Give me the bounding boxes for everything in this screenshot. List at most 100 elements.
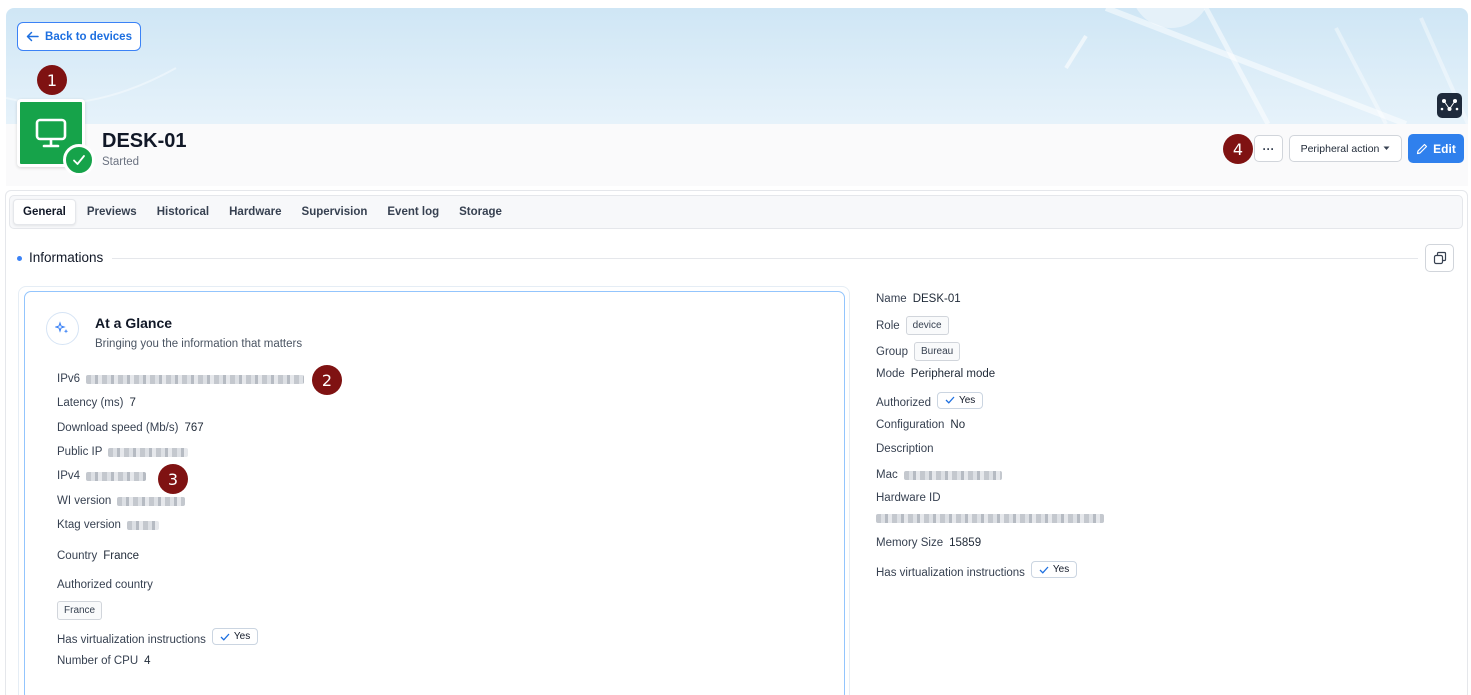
details-virtualization-label: Has virtualization instructions bbox=[876, 567, 1025, 579]
download-row: Download speed (Mb/s) 767 bbox=[57, 422, 204, 434]
authorized-country-row: Authorized country bbox=[57, 579, 153, 591]
authorized-country-label: Authorized country bbox=[57, 579, 153, 591]
app-logo-icon bbox=[1437, 93, 1462, 118]
hardware-id-label: Hardware ID bbox=[876, 492, 941, 504]
peripheral-action-dropdown[interactable]: Peripheral action bbox=[1289, 135, 1402, 162]
hardware-id-row: Hardware ID bbox=[876, 492, 941, 504]
wi-version-row: WI version bbox=[57, 495, 186, 507]
wi-version-label: WI version bbox=[57, 495, 112, 507]
ktag-version-label: Ktag version bbox=[57, 519, 121, 531]
glance-virtualization-row: Has virtualization instructions Yes bbox=[57, 627, 259, 646]
sparkles-icon bbox=[46, 312, 79, 345]
ellipsis-icon: ··· bbox=[1262, 141, 1275, 156]
mac-label: Mac bbox=[876, 469, 898, 481]
tab-historical[interactable]: Historical bbox=[148, 200, 218, 224]
ktag-version-row: Ktag version bbox=[57, 519, 159, 531]
edit-button[interactable]: Edit bbox=[1408, 134, 1464, 163]
annotation-marker-3: 3 bbox=[158, 464, 188, 494]
name-value: DESK-01 bbox=[912, 293, 961, 305]
glance-virtualization-value: Yes bbox=[233, 631, 251, 642]
tab-hardware[interactable]: Hardware bbox=[220, 200, 290, 224]
annotation-marker-1: 1 bbox=[37, 65, 67, 95]
check-icon bbox=[1039, 566, 1049, 574]
section-divider bbox=[112, 258, 1418, 259]
header-banner bbox=[6, 8, 1468, 124]
role-tag: device bbox=[905, 316, 949, 335]
authorized-row: Authorized Yes bbox=[876, 391, 984, 409]
country-row: Country France bbox=[57, 550, 139, 562]
cpu-row: Number of CPU 4 bbox=[57, 655, 151, 667]
banner-illustration bbox=[6, 8, 1468, 124]
tab-previews[interactable]: Previews bbox=[78, 200, 146, 224]
mode-row: Mode Peripheral mode bbox=[876, 368, 995, 380]
authorized-country-tag: France bbox=[57, 601, 103, 620]
memory-value: 15859 bbox=[949, 537, 982, 549]
mac-row: Mac bbox=[876, 469, 1002, 481]
hardware-id-value-redacted bbox=[876, 514, 1104, 523]
latency-row: Latency (ms) 7 bbox=[57, 397, 136, 409]
download-value: 767 bbox=[184, 422, 204, 434]
authorized-label: Authorized bbox=[876, 397, 931, 409]
section-title: Informations bbox=[29, 250, 104, 265]
ipv4-value-redacted bbox=[86, 471, 147, 481]
memory-row: Memory Size 15859 bbox=[876, 537, 981, 549]
configuration-label: Configuration bbox=[876, 419, 945, 431]
glance-virtualization-badge: Yes bbox=[211, 628, 259, 645]
description-label: Description bbox=[876, 443, 934, 455]
back-to-devices-button[interactable]: Back to devices bbox=[17, 22, 141, 51]
description-row: Description bbox=[876, 443, 934, 455]
tab-supervision[interactable]: Supervision bbox=[293, 200, 377, 224]
mac-value-redacted bbox=[903, 470, 1002, 480]
authorized-value: Yes bbox=[958, 394, 976, 406]
download-label: Download speed (Mb/s) bbox=[57, 422, 179, 434]
country-value: France bbox=[103, 550, 140, 562]
glance-subtitle: Bringing you the information that matter… bbox=[95, 338, 303, 350]
status-check-badge bbox=[63, 144, 95, 176]
memory-label: Memory Size bbox=[876, 537, 944, 549]
caret-down-icon bbox=[1383, 146, 1390, 150]
device-name: DESK-01 bbox=[102, 130, 187, 152]
copy-icon bbox=[1433, 251, 1446, 265]
tab-bar: General Previews Historical Hardware Sup… bbox=[9, 195, 1463, 229]
latency-value: 7 bbox=[129, 397, 136, 409]
country-label: Country bbox=[57, 550, 98, 562]
cpu-value: 4 bbox=[144, 655, 151, 667]
configuration-value: No bbox=[950, 419, 966, 431]
check-icon bbox=[73, 155, 85, 165]
group-tag: Bureau bbox=[913, 342, 961, 361]
ktag-version-value-redacted bbox=[126, 520, 159, 530]
authorized-country-tags: France bbox=[57, 601, 103, 620]
tab-storage[interactable]: Storage bbox=[450, 200, 511, 224]
details-virtualization-row: Has virtualization instructions Yes bbox=[876, 560, 1078, 579]
device-status: Started bbox=[102, 156, 140, 168]
peripheral-action-label: Peripheral action bbox=[1300, 142, 1380, 155]
check-icon bbox=[220, 633, 230, 641]
ipv6-row: IPv6 bbox=[57, 373, 305, 385]
cpu-label: Number of CPU bbox=[57, 655, 139, 667]
edit-label: Edit bbox=[1433, 141, 1456, 156]
details-virtualization-value: Yes bbox=[1052, 564, 1070, 575]
more-actions-button[interactable]: ··· bbox=[1254, 135, 1283, 162]
arrow-left-icon bbox=[26, 31, 39, 42]
pencil-icon bbox=[1417, 143, 1428, 154]
ipv4-label: IPv4 bbox=[57, 470, 81, 482]
tab-event-log[interactable]: Event log bbox=[378, 200, 448, 224]
group-label: Group bbox=[876, 345, 908, 358]
latency-label: Latency (ms) bbox=[57, 397, 124, 409]
role-label: Role bbox=[876, 319, 900, 332]
public-ip-label: Public IP bbox=[57, 446, 103, 458]
name-row: Name DESK-01 bbox=[876, 293, 961, 305]
glance-title: At a Glance bbox=[95, 315, 173, 331]
group-row: Group Bureau bbox=[876, 342, 961, 361]
ipv6-label: IPv6 bbox=[57, 373, 81, 385]
authorized-badge: Yes bbox=[936, 391, 984, 409]
mode-label: Mode bbox=[876, 368, 905, 380]
role-row: Role device bbox=[876, 316, 949, 335]
glance-virtualization-label: Has virtualization instructions bbox=[57, 634, 206, 646]
ipv4-row: IPv4 bbox=[57, 470, 147, 482]
wi-version-value-redacted bbox=[117, 496, 186, 506]
copy-button[interactable] bbox=[1425, 244, 1454, 272]
tab-general[interactable]: General bbox=[13, 199, 76, 225]
monitor-icon bbox=[35, 118, 67, 148]
name-label: Name bbox=[876, 293, 907, 305]
